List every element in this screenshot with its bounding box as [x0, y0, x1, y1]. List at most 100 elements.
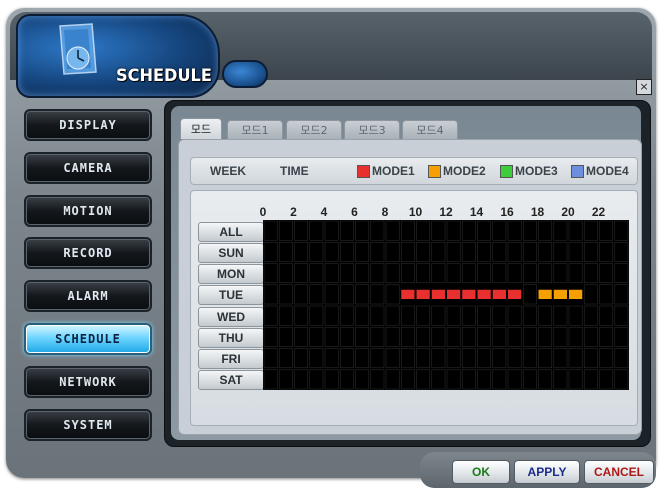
schedule-cell[interactable] — [461, 348, 476, 369]
schedule-cell[interactable] — [278, 241, 293, 262]
schedule-cell-active[interactable] — [462, 289, 476, 299]
sidebar-item-system[interactable]: SYSTEM — [24, 409, 152, 441]
schedule-cell-active[interactable] — [401, 289, 415, 299]
schedule-cell[interactable] — [324, 305, 339, 326]
schedule-cell[interactable] — [294, 369, 309, 390]
schedule-cell-active[interactable] — [553, 289, 567, 299]
schedule-cell[interactable] — [263, 263, 278, 284]
schedule-cell[interactable] — [568, 348, 583, 369]
tab-mode-4[interactable]: 모드4 — [402, 120, 458, 139]
schedule-cell[interactable] — [507, 305, 522, 326]
schedule-cell[interactable] — [477, 305, 492, 326]
schedule-cell[interactable] — [507, 348, 522, 369]
schedule-cell[interactable] — [477, 348, 492, 369]
schedule-cell[interactable] — [583, 305, 598, 326]
schedule-cell[interactable] — [568, 305, 583, 326]
schedule-cell[interactable] — [339, 326, 354, 347]
tab-mode-2[interactable]: 모드2 — [286, 120, 342, 139]
schedule-cell[interactable] — [583, 326, 598, 347]
schedule-cell[interactable] — [461, 263, 476, 284]
schedule-cell-active[interactable] — [569, 289, 583, 299]
schedule-cell[interactable] — [583, 220, 598, 241]
schedule-cell[interactable] — [431, 241, 446, 262]
schedule-cell[interactable] — [461, 369, 476, 390]
schedule-cell[interactable] — [324, 348, 339, 369]
schedule-cell[interactable] — [355, 263, 370, 284]
sidebar-item-display[interactable]: DISPLAY — [24, 109, 152, 141]
schedule-cell[interactable] — [553, 241, 568, 262]
schedule-cell[interactable] — [263, 284, 278, 305]
schedule-cell[interactable] — [416, 241, 431, 262]
schedule-cell[interactable] — [538, 348, 553, 369]
schedule-cell[interactable] — [568, 220, 583, 241]
schedule-cell[interactable] — [431, 348, 446, 369]
tab-mode-1[interactable]: 모드1 — [227, 120, 283, 139]
schedule-cell[interactable] — [370, 305, 385, 326]
schedule-cell[interactable] — [278, 263, 293, 284]
schedule-cell[interactable] — [309, 241, 324, 262]
schedule-cell[interactable] — [492, 369, 507, 390]
schedule-cell[interactable] — [339, 348, 354, 369]
schedule-cell[interactable] — [522, 263, 537, 284]
schedule-cell[interactable] — [583, 369, 598, 390]
sidebar-item-schedule[interactable]: SCHEDULE — [24, 323, 152, 355]
schedule-cell[interactable] — [278, 369, 293, 390]
day-button-sun[interactable]: SUN — [198, 242, 264, 263]
schedule-cell[interactable] — [355, 348, 370, 369]
schedule-cell[interactable] — [614, 220, 629, 241]
schedule-cell[interactable] — [492, 348, 507, 369]
schedule-cell[interactable] — [339, 241, 354, 262]
schedule-cell[interactable] — [416, 369, 431, 390]
schedule-cell[interactable] — [599, 326, 614, 347]
schedule-cell[interactable] — [400, 263, 415, 284]
sidebar-item-motion[interactable]: MOTION — [24, 195, 152, 227]
schedule-cell-active[interactable] — [477, 289, 491, 299]
schedule-cell[interactable] — [263, 241, 278, 262]
schedule-cell[interactable] — [309, 220, 324, 241]
schedule-cell[interactable] — [431, 369, 446, 390]
day-button-tue[interactable]: TUE — [198, 285, 264, 306]
schedule-cell[interactable] — [294, 305, 309, 326]
schedule-cell[interactable] — [294, 263, 309, 284]
schedule-grid[interactable] — [263, 220, 629, 390]
schedule-cell[interactable] — [431, 305, 446, 326]
schedule-cell[interactable] — [446, 220, 461, 241]
schedule-cell[interactable] — [568, 263, 583, 284]
schedule-cell[interactable] — [370, 284, 385, 305]
schedule-cell[interactable] — [309, 284, 324, 305]
schedule-cell[interactable] — [599, 348, 614, 369]
schedule-cell-active[interactable] — [508, 289, 522, 299]
schedule-cell[interactable] — [370, 220, 385, 241]
schedule-cell[interactable] — [492, 305, 507, 326]
schedule-cell[interactable] — [538, 263, 553, 284]
schedule-cell[interactable] — [339, 284, 354, 305]
schedule-cell[interactable] — [507, 220, 522, 241]
schedule-cell[interactable] — [614, 369, 629, 390]
schedule-cell[interactable] — [370, 241, 385, 262]
schedule-cell[interactable] — [355, 305, 370, 326]
schedule-cell[interactable] — [278, 326, 293, 347]
schedule-cell[interactable] — [385, 369, 400, 390]
schedule-cell[interactable] — [599, 369, 614, 390]
schedule-cell[interactable] — [385, 305, 400, 326]
schedule-cell[interactable] — [278, 305, 293, 326]
schedule-cell[interactable] — [355, 284, 370, 305]
schedule-cell[interactable] — [553, 326, 568, 347]
schedule-cell[interactable] — [416, 220, 431, 241]
day-button-thu[interactable]: THU — [198, 327, 264, 348]
schedule-cell[interactable] — [614, 241, 629, 262]
day-button-mon[interactable]: MON — [198, 264, 264, 284]
schedule-cell[interactable] — [263, 326, 278, 347]
schedule-cell[interactable] — [522, 241, 537, 262]
schedule-cell[interactable] — [492, 241, 507, 262]
sidebar-item-alarm[interactable]: ALARM — [24, 280, 152, 312]
schedule-cell[interactable] — [400, 241, 415, 262]
schedule-cell[interactable] — [400, 369, 415, 390]
schedule-cell-active[interactable] — [447, 289, 461, 299]
tab-mode-3[interactable]: 모드3 — [344, 120, 400, 139]
schedule-cell[interactable] — [385, 348, 400, 369]
schedule-cell-active[interactable] — [492, 289, 506, 299]
schedule-cell[interactable] — [278, 284, 293, 305]
day-button-wed[interactable]: WED — [198, 306, 264, 327]
tab-mode-0[interactable]: 모드 — [180, 118, 222, 139]
